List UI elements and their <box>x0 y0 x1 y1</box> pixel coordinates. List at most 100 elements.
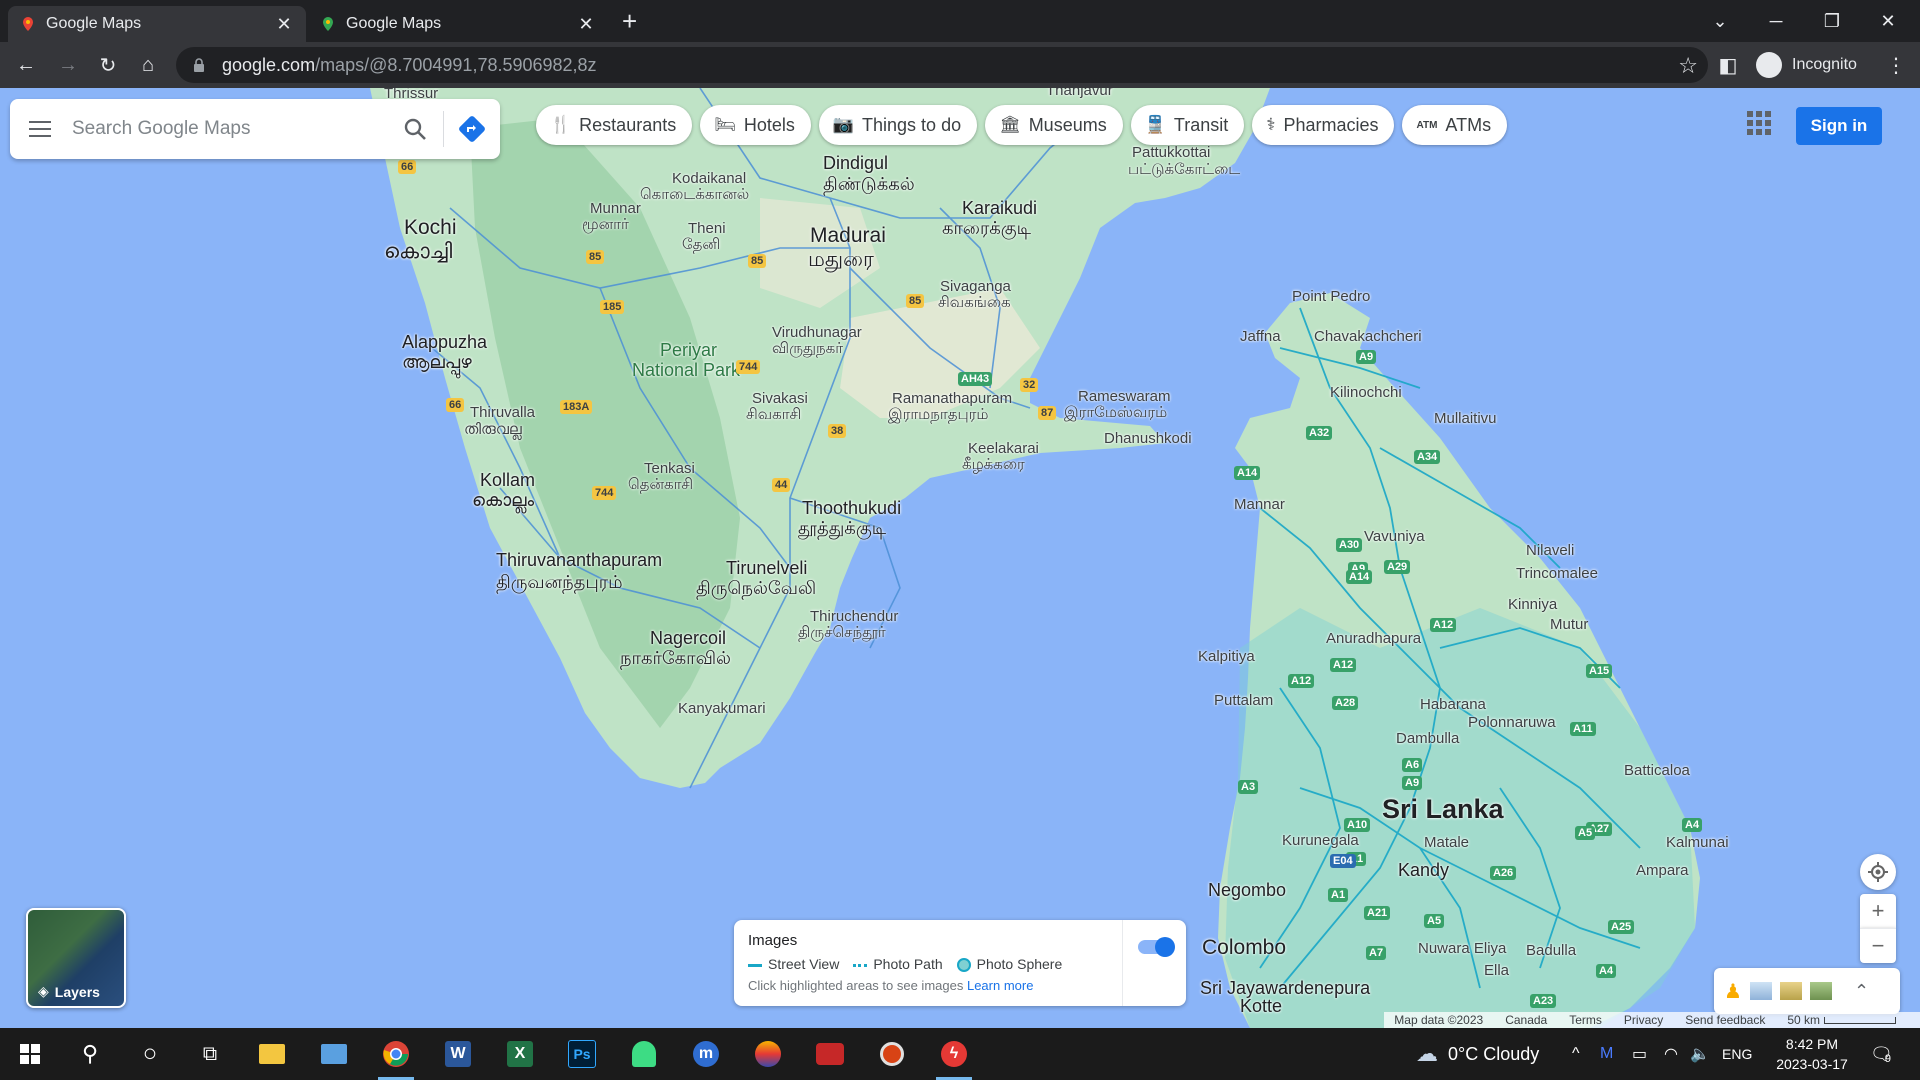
place-label[interactable]: Badulla <box>1526 942 1576 959</box>
privacy-link[interactable]: Privacy <box>1624 1013 1663 1027</box>
menu-button[interactable] <box>10 99 70 159</box>
app-flash-icon[interactable]: ϟ <box>930 1034 978 1080</box>
place-label[interactable]: Ampara <box>1636 862 1689 879</box>
place-label[interactable]: Kochi <box>404 216 457 240</box>
chip-museums[interactable]: 🏛 Museums <box>985 105 1123 145</box>
media-player-icon[interactable] <box>868 1034 916 1074</box>
place-label-tamil[interactable]: இராமநாதபுரம் <box>888 406 988 425</box>
app-color-icon[interactable] <box>744 1034 792 1074</box>
place-label[interactable]: Sivaganga <box>940 278 1011 295</box>
place-label-tamil[interactable]: கொடைக்கானல் <box>640 186 749 205</box>
language-indicator[interactable]: ENG <box>1722 1028 1752 1080</box>
learn-more-link[interactable]: Learn more <box>967 978 1033 993</box>
place-label[interactable]: Kalmunai <box>1666 834 1729 851</box>
terms-link[interactable]: Terms <box>1569 1013 1602 1027</box>
app-red-icon[interactable] <box>806 1034 854 1074</box>
place-label[interactable]: Keelakarai <box>968 440 1039 457</box>
home-button[interactable]: ⌂ <box>132 49 164 81</box>
address-bar[interactable]: google.com/maps/@8.7004991,78.5906982,8z… <box>176 47 1708 83</box>
place-label-tamil[interactable]: மதுரை <box>808 248 874 274</box>
layers-button[interactable]: ◈ Layers <box>26 908 126 1008</box>
clock[interactable]: 8:42 PM 2023-03-17 <box>1770 1028 1854 1080</box>
place-label-malayalam[interactable]: കൊച്ചി <box>384 240 452 264</box>
map-canvas[interactable]: Thrissur Thanjavur Dindigul திண்டுக்கல் … <box>0 88 1920 1028</box>
place-label[interactable]: Theni <box>688 220 726 237</box>
notifications-button[interactable]: 🗨 9 <box>1870 1028 1893 1080</box>
zoom-out-button[interactable]: − <box>1860 928 1896 963</box>
place-label[interactable]: Trincomalee <box>1516 565 1598 582</box>
place-label[interactable]: Point Pedro <box>1292 288 1370 305</box>
place-label-tamil[interactable]: சிவகங்கை <box>938 294 1011 313</box>
place-label[interactable]: Negombo <box>1208 880 1286 901</box>
place-label[interactable]: Kurunegala <box>1282 832 1359 849</box>
place-label[interactable]: Dindigul <box>823 153 888 174</box>
place-label-tamil[interactable]: தேனி <box>682 236 720 255</box>
place-label[interactable]: Puttalam <box>1214 692 1273 709</box>
close-window-button[interactable]: ✕ <box>1860 0 1916 42</box>
place-label[interactable]: Kinniya <box>1508 596 1557 613</box>
place-label[interactable]: Virudhunagar <box>772 324 862 341</box>
place-label[interactable]: Kandy <box>1398 860 1449 881</box>
place-label[interactable]: Chavakachcheri <box>1314 328 1422 345</box>
place-label-malayalam[interactable]: ആലപ്പുഴ <box>402 352 472 373</box>
place-label[interactable]: Tirunelveli <box>726 558 807 579</box>
place-label[interactable]: Colombo <box>1202 936 1286 960</box>
imagery-thumbnail-icon[interactable] <box>1749 982 1772 1000</box>
bookmark-star-icon[interactable]: ☆ <box>1678 53 1698 79</box>
forward-button[interactable]: → <box>52 49 84 81</box>
start-button[interactable] <box>6 1034 54 1074</box>
battery-icon[interactable]: ▭ <box>1632 1028 1647 1080</box>
directions-button[interactable] <box>444 99 500 159</box>
place-label[interactable]: Pattukkottai <box>1132 144 1210 161</box>
scale-bar[interactable]: 50 km <box>1787 1013 1896 1027</box>
google-apps-icon[interactable] <box>1744 108 1774 138</box>
word-icon[interactable]: W <box>434 1034 482 1074</box>
place-label[interactable]: Madurai <box>810 224 886 248</box>
place-label[interactable]: Nuwara Eliya <box>1418 940 1506 957</box>
place-label[interactable]: Dhanushkodi <box>1104 430 1192 447</box>
new-tab-button[interactable]: + <box>622 6 637 36</box>
expand-chevron-icon[interactable]: ⌃ <box>1854 981 1869 1002</box>
place-label-tamil[interactable]: பட்டுக்கோட்டை <box>1128 161 1240 180</box>
back-button[interactable]: ← <box>10 49 42 81</box>
volume-icon[interactable]: 🔈 <box>1690 1028 1710 1080</box>
place-label[interactable]: Nagercoil <box>650 628 726 649</box>
place-label[interactable]: Tenkasi <box>644 460 695 477</box>
place-label-tamil[interactable]: திண்டுக்கல் <box>823 174 915 197</box>
country-label[interactable]: Sri Lanka <box>1382 794 1504 825</box>
place-label[interactable]: Thiruvalla <box>470 404 535 421</box>
place-label[interactable]: Mutur <box>1550 616 1588 633</box>
place-label[interactable]: Alappuzha <box>402 332 487 353</box>
android-app-icon[interactable] <box>620 1034 668 1074</box>
place-label[interactable]: Dambulla <box>1396 730 1459 747</box>
chip-pharmacies[interactable]: ⚕ Pharmacies <box>1252 105 1395 145</box>
place-label-tamil[interactable]: காரைக்குடி <box>942 218 1031 241</box>
place-label-tamil[interactable]: தென்காசி <box>628 476 693 495</box>
place-label[interactable]: Ramanathapuram <box>892 390 1012 407</box>
place-label[interactable]: Mannar <box>1234 496 1285 513</box>
restore-button[interactable]: ❐ <box>1804 0 1860 42</box>
place-label-tamil[interactable]: நாகர்கோவில் <box>620 648 731 671</box>
tab-google-maps-1[interactable]: Google Maps ✕ <box>8 6 306 42</box>
place-label[interactable]: Mullaitivu <box>1434 410 1497 427</box>
place-label-tamil[interactable]: தூத்துக்குடி <box>798 518 886 541</box>
task-view-icon[interactable]: ⧉ <box>186 1034 234 1074</box>
close-tab-icon[interactable]: ✕ <box>274 14 294 35</box>
place-label[interactable]: Kalpitiya <box>1198 648 1255 665</box>
search-button[interactable] <box>387 99 443 159</box>
wifi-icon[interactable]: ◠ <box>1664 1028 1678 1080</box>
place-label-tamil[interactable]: விருதுநகர் <box>772 340 843 359</box>
place-label[interactable]: Thiruvananthapuram <box>496 550 662 571</box>
zoom-in-button[interactable]: + <box>1860 894 1896 928</box>
tray-app-icon[interactable]: M <box>1600 1028 1613 1080</box>
show-hidden-icons-chevron-icon[interactable]: ^ <box>1572 1028 1580 1080</box>
chip-things-to-do[interactable]: 📷 Things to do <box>818 105 978 145</box>
images-toggle[interactable] <box>1138 937 1175 957</box>
excel-icon[interactable]: X <box>496 1034 544 1074</box>
place-label[interactable]: Munnar <box>590 200 641 217</box>
browser-menu-icon[interactable]: ⋮ <box>1880 49 1912 81</box>
place-label[interactable]: Karaikudi <box>962 198 1037 219</box>
app-m-icon[interactable]: m <box>682 1034 730 1074</box>
tab-google-maps-2[interactable]: Google Maps ✕ <box>308 6 608 42</box>
place-label-tamil[interactable]: திருநெல்வேலி <box>696 578 816 601</box>
